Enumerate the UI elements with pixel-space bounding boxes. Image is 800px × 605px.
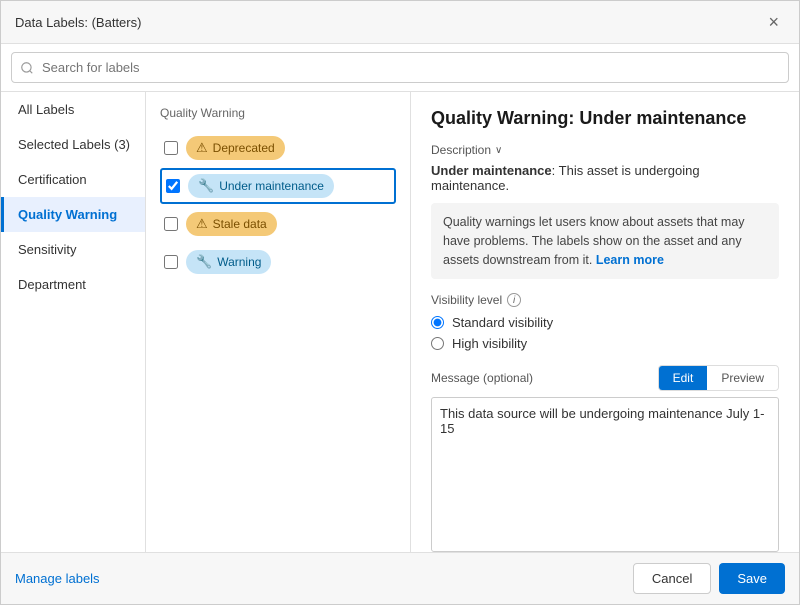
checkbox-stale-data[interactable] xyxy=(164,217,178,231)
warning-label: Warning xyxy=(217,255,261,269)
sidebar-item-sensitivity[interactable]: Sensitivity xyxy=(1,232,145,267)
visibility-label: Visibility level i xyxy=(431,293,779,307)
visibility-section: Visibility level i Standard visibility H… xyxy=(431,293,779,351)
checkbox-under-maintenance[interactable] xyxy=(166,179,180,193)
detail-title: Quality Warning: Under maintenance xyxy=(431,108,779,129)
info-box: Quality warnings let users know about as… xyxy=(431,203,779,279)
dialog-header: Data Labels: (Batters) × xyxy=(1,1,799,44)
high-visibility-label: High visibility xyxy=(452,336,527,351)
tab-group: Edit Preview xyxy=(658,365,779,391)
badge-stale-data[interactable]: ⚠ Stale data xyxy=(186,212,277,236)
sidebar: All Labels Selected Labels (3) Certifica… xyxy=(1,92,146,552)
sidebar-item-certification[interactable]: Certification xyxy=(1,162,145,197)
under-maintenance-label: Under maintenance xyxy=(219,179,324,193)
standard-visibility-label: Standard visibility xyxy=(452,315,553,330)
detail-pane: Quality Warning: Under maintenance Descr… xyxy=(411,92,799,552)
radio-standard-input[interactable] xyxy=(431,316,444,329)
sidebar-item-selected-labels[interactable]: Selected Labels (3) xyxy=(1,127,145,162)
checkbox-warning[interactable] xyxy=(164,255,178,269)
manage-labels-link[interactable]: Manage labels xyxy=(15,571,100,586)
footer-buttons: Cancel Save xyxy=(633,563,785,594)
chevron-down-icon[interactable]: ∨ xyxy=(495,145,502,156)
description-label: Description xyxy=(431,143,491,157)
radio-standard-visibility[interactable]: Standard visibility xyxy=(431,315,779,330)
search-input[interactable] xyxy=(11,52,789,83)
sidebar-item-quality-warning[interactable]: Quality Warning xyxy=(1,197,145,232)
tab-edit[interactable]: Edit xyxy=(659,366,708,390)
maintenance-icon: 🔧 xyxy=(198,178,214,194)
deprecated-icon: ⚠ xyxy=(196,140,208,156)
label-item-warning: 🔧 Warning xyxy=(160,244,396,280)
info-icon[interactable]: i xyxy=(507,293,521,307)
radio-high-input[interactable] xyxy=(431,337,444,350)
label-item-under-maintenance: 🔧 Under maintenance xyxy=(160,168,396,204)
cancel-button[interactable]: Cancel xyxy=(633,563,711,594)
label-item-stale-data: ⚠ Stale data xyxy=(160,206,396,242)
message-label: Message (optional) xyxy=(431,371,533,385)
warning-icon: 🔧 xyxy=(196,254,212,270)
description-section-label: Description ∨ xyxy=(431,143,779,157)
label-item-deprecated: ⚠ Deprecated xyxy=(160,130,396,166)
middle-section-title: Quality Warning xyxy=(160,106,396,120)
description-bold: Under maintenance xyxy=(431,163,552,178)
close-button[interactable]: × xyxy=(762,11,785,33)
message-section: Message (optional) Edit Preview This dat… xyxy=(431,365,779,552)
message-header: Message (optional) Edit Preview xyxy=(431,365,779,391)
checkbox-deprecated[interactable] xyxy=(164,141,178,155)
badge-deprecated[interactable]: ⚠ Deprecated xyxy=(186,136,285,160)
info-text: Quality warnings let users know about as… xyxy=(443,215,745,267)
dialog-body: All Labels Selected Labels (3) Certifica… xyxy=(1,92,799,552)
dialog-footer: Manage labels Cancel Save xyxy=(1,552,799,604)
badge-warning[interactable]: 🔧 Warning xyxy=(186,250,271,274)
visibility-label-text: Visibility level xyxy=(431,293,502,307)
sidebar-item-all-labels[interactable]: All Labels xyxy=(1,92,145,127)
dialog-title: Data Labels: (Batters) xyxy=(15,15,141,30)
save-button[interactable]: Save xyxy=(719,563,785,594)
detail-description: Under maintenance: This asset is undergo… xyxy=(431,163,779,193)
message-textarea[interactable]: This data source will be undergoing main… xyxy=(431,397,779,552)
tab-preview[interactable]: Preview xyxy=(707,366,778,390)
badge-under-maintenance[interactable]: 🔧 Under maintenance xyxy=(188,174,334,198)
deprecated-label: Deprecated xyxy=(213,141,275,155)
middle-pane: Quality Warning ⚠ Deprecated 🔧 Under mai… xyxy=(146,92,411,552)
sidebar-item-department[interactable]: Department xyxy=(1,267,145,302)
radio-high-visibility[interactable]: High visibility xyxy=(431,336,779,351)
stale-data-label: Stale data xyxy=(213,217,267,231)
data-labels-dialog: Data Labels: (Batters) × All Labels Sele… xyxy=(0,0,800,605)
radio-group: Standard visibility High visibility xyxy=(431,315,779,351)
learn-more-link[interactable]: Learn more xyxy=(596,253,664,267)
stale-icon: ⚠ xyxy=(196,216,208,232)
search-bar xyxy=(1,44,799,92)
